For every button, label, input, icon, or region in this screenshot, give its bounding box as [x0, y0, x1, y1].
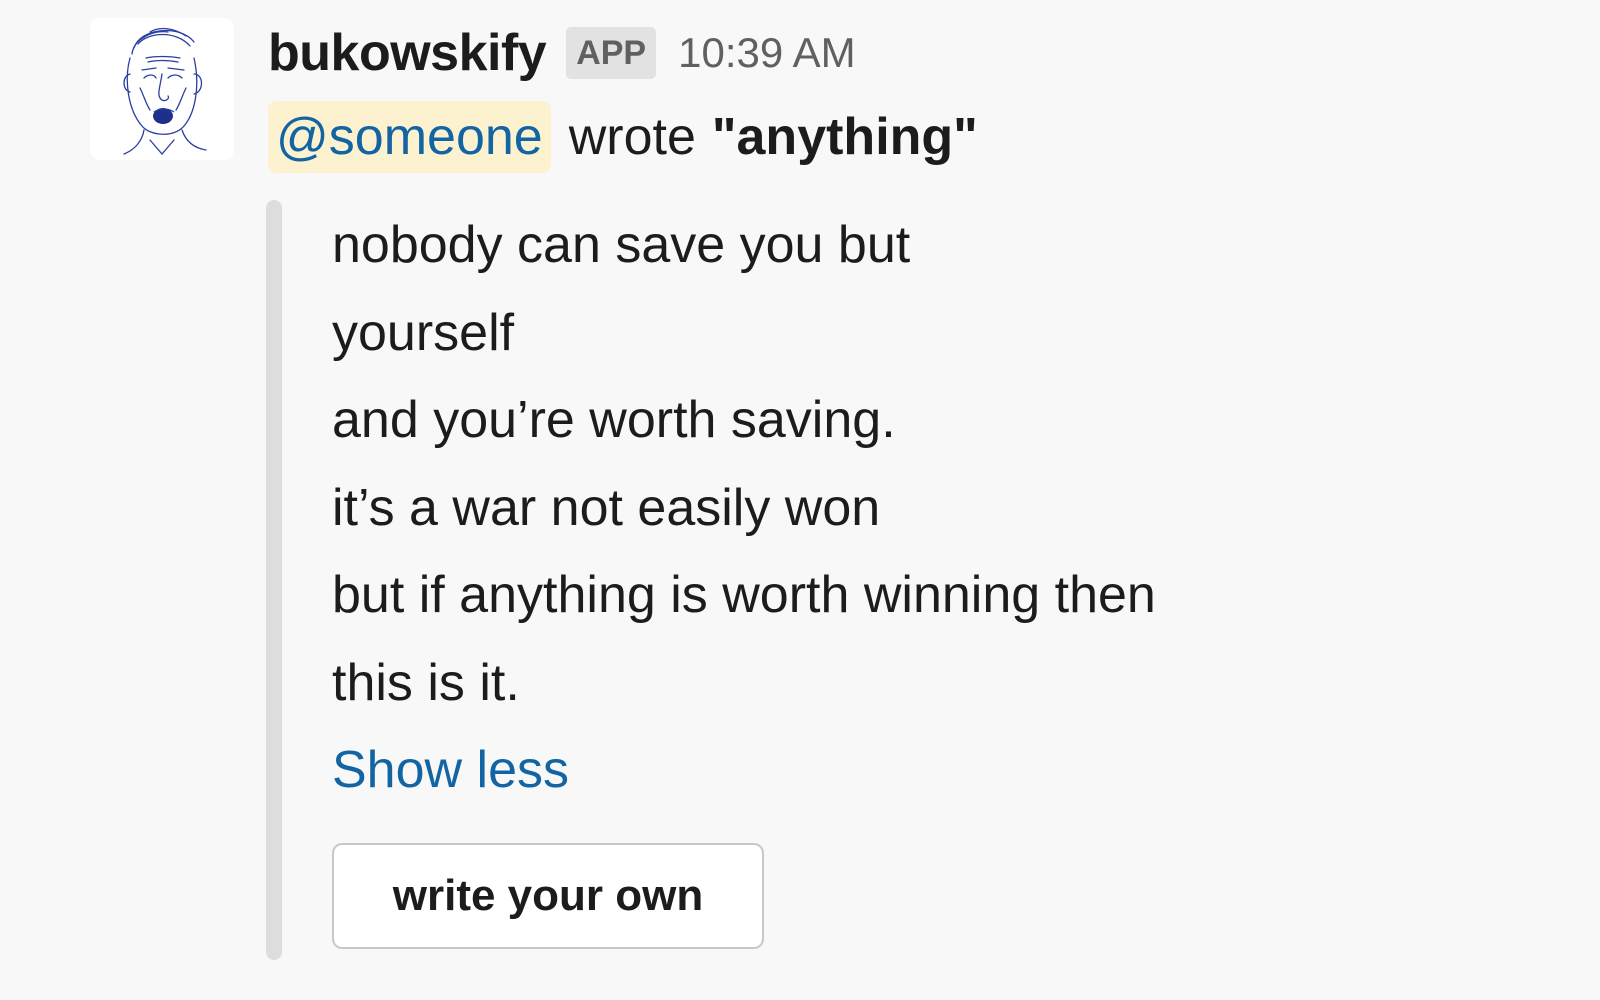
poem-line: yourself [332, 303, 515, 362]
poem-text: nobody can save you but yourself and you… [332, 202, 1156, 727]
message-timestamp[interactable]: 10:39 AM [678, 29, 855, 77]
poem-line: it’s a war not easily won [332, 478, 881, 537]
wrote-text: wrote [568, 108, 696, 166]
show-less-link[interactable]: Show less [332, 730, 569, 810]
app-badge: APP [566, 27, 657, 79]
user-mention[interactable]: @someone [268, 101, 551, 173]
bukowski-sketch-portrait-icon[interactable] [90, 18, 234, 160]
avatar-sketch [123, 27, 207, 155]
poem-line: but if anything is worth winning then [332, 566, 1156, 624]
quoted-word: "anything" [711, 108, 978, 166]
message-header: bukowskify APP 10:39 AM [268, 18, 856, 88]
chat-message: bukowskify APP 10:39 AM @someone wrote "… [0, 0, 1600, 1000]
write-your-own-button[interactable]: write your own [332, 843, 764, 949]
poem-line: nobody can save you but [332, 216, 911, 274]
message-text: @someone wrote "anything" [268, 100, 978, 174]
poem-line: and you’re worth saving. [332, 391, 896, 449]
poem-line: this is it. [332, 653, 520, 712]
sender-name[interactable]: bukowskify [268, 23, 547, 83]
attachment-color-bar [266, 200, 282, 960]
